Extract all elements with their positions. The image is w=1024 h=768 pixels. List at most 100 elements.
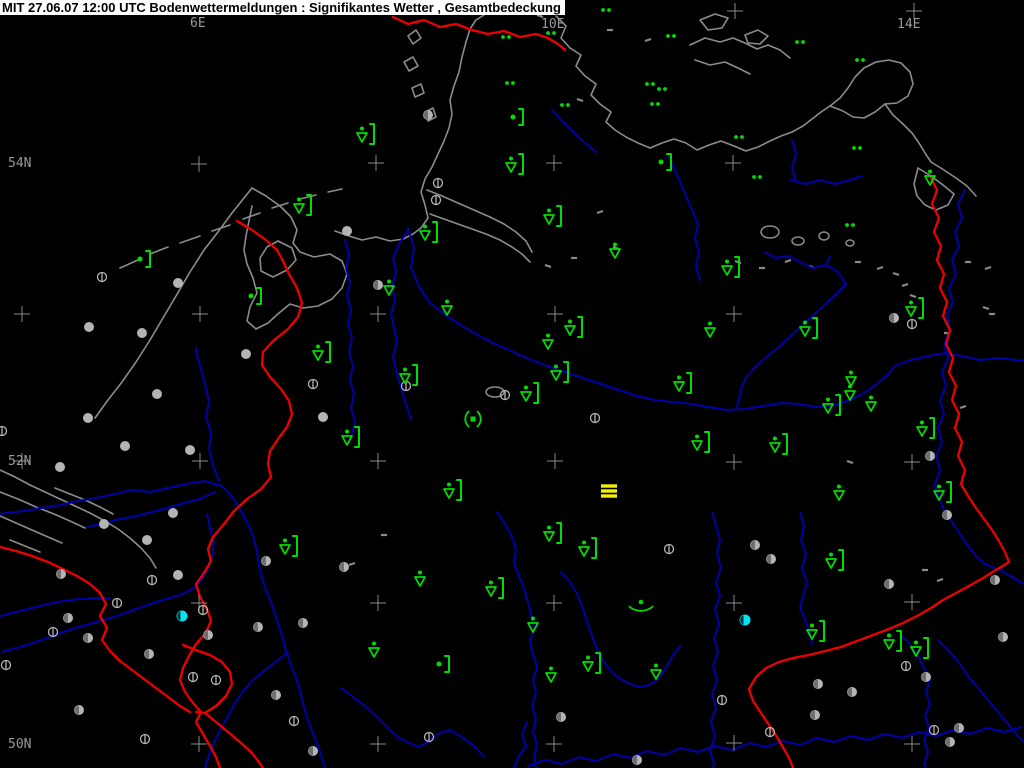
grid-cross xyxy=(904,594,920,610)
terrain-speckle xyxy=(596,209,604,215)
grid-cross xyxy=(547,306,563,322)
weather-symbol-precip-dots xyxy=(657,87,667,91)
weather-symbol-precip-dots xyxy=(852,146,862,150)
station-circle-overcast xyxy=(83,413,93,423)
station-circle-half xyxy=(942,510,952,520)
weather-symbol-precip-dots xyxy=(855,58,865,62)
station-circle-half xyxy=(945,737,955,747)
weather-symbol-shower-bracket xyxy=(883,630,902,652)
terrain-speckle xyxy=(909,293,917,299)
station-circle-half xyxy=(884,579,894,589)
station-circle-half xyxy=(253,622,263,632)
weather-symbol-funnel-cloud xyxy=(464,410,482,428)
map-canvas: 6E 10E 14E 54N 52N 50N xyxy=(0,3,1024,768)
weather-symbol-shower-bracket xyxy=(905,297,924,319)
lake-outline xyxy=(760,225,780,239)
terrain-speckle xyxy=(901,282,909,288)
coordinate-label: 50N xyxy=(8,737,31,752)
station-circle-half xyxy=(74,705,84,715)
river-layer xyxy=(0,109,1024,768)
station-circle-overcast xyxy=(142,535,152,545)
weather-symbol-shower xyxy=(865,395,877,412)
station-circle-clear xyxy=(430,194,442,206)
weather-symbol-precip-dots xyxy=(650,102,660,106)
weather-symbol-shower-bracket xyxy=(505,153,524,175)
weather-map-window: MIT 27.06.07 12:00 UTC Bodenwettermeldun… xyxy=(0,0,1024,768)
grid-cross xyxy=(904,454,920,470)
station-circle-half xyxy=(998,632,1008,642)
weather-symbol-shower xyxy=(414,570,426,587)
weather-symbol-shower-bracket xyxy=(691,431,710,453)
weather-symbol-shower-bracket xyxy=(279,535,298,557)
weather-symbol-shower-bracket xyxy=(769,433,788,455)
station-circle-clear xyxy=(928,724,940,736)
grid-cross xyxy=(14,306,30,322)
station-circle-clear xyxy=(111,597,123,609)
lake-outline xyxy=(845,239,855,247)
station-circle-clear xyxy=(139,733,151,745)
station-circle-clear xyxy=(432,177,444,189)
weather-symbol-shower-bracket xyxy=(721,256,740,278)
weather-symbol-precip-bracket xyxy=(137,250,151,268)
weather-symbol-shower-bracket xyxy=(520,382,539,404)
weather-symbol-shower xyxy=(704,321,716,338)
coordinate-label: 10E xyxy=(541,17,564,32)
station-circle-half xyxy=(954,723,964,733)
grid-cross xyxy=(726,454,742,470)
grid-cross xyxy=(370,306,386,322)
station-circle-clear xyxy=(906,318,918,330)
coordinate-labels: 6E 10E 14E 54N 52N 50N xyxy=(8,16,920,752)
station-circle-overcast xyxy=(55,462,65,472)
station-circle-clear xyxy=(210,674,222,686)
weather-symbol-shower-bracket xyxy=(916,417,935,439)
station-circle-clear xyxy=(716,694,728,706)
station-circle-half xyxy=(308,746,318,756)
lake-outline xyxy=(791,236,805,246)
weather-symbol-shower-bracket xyxy=(443,479,462,501)
weather-symbol-precip-bracket xyxy=(510,108,524,126)
weather-symbol-shower xyxy=(833,484,845,501)
weather-symbol-precip-dots xyxy=(560,103,570,107)
weather-symbol-fog xyxy=(601,484,617,498)
station-circle-clear xyxy=(589,412,601,424)
terrain-speckle xyxy=(348,561,356,567)
terrain-speckle xyxy=(846,459,854,465)
grid-cross xyxy=(370,595,386,611)
station-circle-half xyxy=(766,554,776,564)
weather-symbol-shower-bracket xyxy=(825,549,844,571)
terrain-speckle xyxy=(876,265,884,271)
weather-symbol-shower-bracket xyxy=(564,316,583,338)
grid-cross xyxy=(370,453,386,469)
weather-symbol-precip-dots xyxy=(734,135,744,139)
weather-symbol-arc-dot xyxy=(628,599,654,612)
weather-symbol-shower xyxy=(368,641,380,658)
station-circle-overcast xyxy=(120,441,130,451)
station-circle-overcast xyxy=(241,349,251,359)
weather-symbol-precip-dots xyxy=(501,35,511,39)
weather-symbol-precip-bracket xyxy=(436,655,450,673)
station-circle-overcast xyxy=(84,322,94,332)
station-circle-cyan xyxy=(176,610,188,622)
weather-symbol-shower-bracket xyxy=(582,652,601,674)
weather-symbol-precip-dots xyxy=(795,40,805,44)
grid-cross xyxy=(192,453,208,469)
weather-symbol-shower-bracket xyxy=(356,123,375,145)
weather-symbol-precip-dots xyxy=(845,223,855,227)
weather-symbol-shower-bracket xyxy=(673,372,692,394)
station-circle-half xyxy=(810,710,820,720)
station-circle-half xyxy=(373,280,383,290)
station-circle-half xyxy=(271,690,281,700)
weather-symbol-precip-dots xyxy=(601,8,611,12)
grid-cross xyxy=(726,595,742,611)
station-layer xyxy=(0,110,1008,765)
grid-cross xyxy=(368,155,384,171)
coastline-layer xyxy=(0,13,995,583)
map-title-bar: MIT 27.06.07 12:00 UTC Bodenwettermeldun… xyxy=(0,0,565,15)
weather-symbol-shower-bracket xyxy=(578,537,597,559)
grid-cross xyxy=(546,155,562,171)
graticule-layer xyxy=(14,3,922,752)
terrain-speckle xyxy=(644,37,652,43)
grid-cross xyxy=(904,736,920,752)
station-circle-clear xyxy=(47,626,59,638)
station-circle-clear xyxy=(0,425,8,437)
